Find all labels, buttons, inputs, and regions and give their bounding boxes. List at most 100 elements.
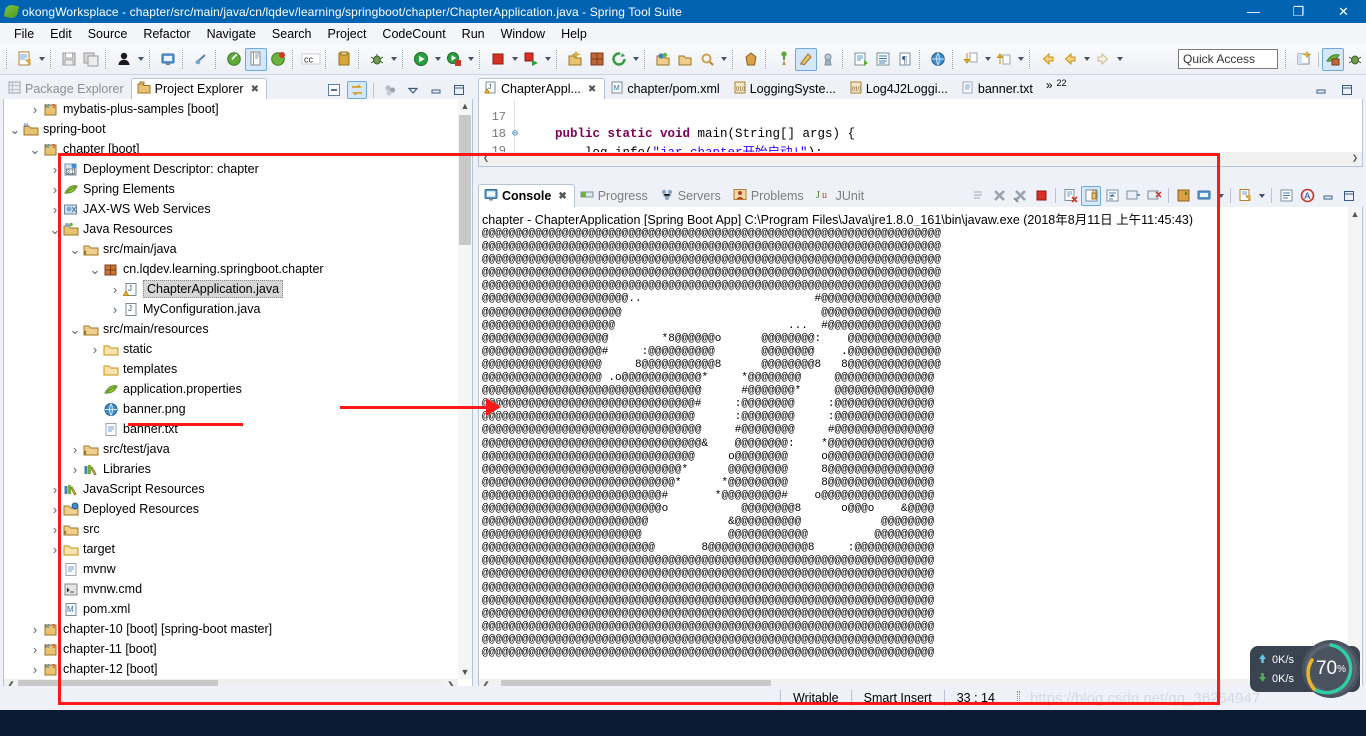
user-icon[interactable] bbox=[113, 48, 135, 71]
tree-row[interactable]: › M Schapter-10 [boot] [spring-boot master… bbox=[4, 619, 458, 639]
remove-launch-icon[interactable] bbox=[1010, 186, 1030, 206]
tree-row[interactable]: mvnw.cmd bbox=[4, 579, 458, 599]
maximize-icon[interactable] bbox=[1337, 81, 1357, 99]
menu-source[interactable]: Source bbox=[80, 25, 136, 43]
run-dropdown-icon[interactable] bbox=[432, 48, 443, 71]
chevron-right-icon[interactable]: › bbox=[28, 662, 42, 677]
scroll-left-icon[interactable]: ❮ bbox=[479, 153, 493, 165]
menu-refactor[interactable]: Refactor bbox=[135, 25, 198, 43]
windows-taskbar[interactable] bbox=[0, 710, 1366, 736]
tab-project-explorer[interactable]: Project Explorer ✖ bbox=[130, 78, 267, 99]
menu-edit[interactable]: Edit bbox=[42, 25, 80, 43]
show-console-on-error-icon[interactable] bbox=[1144, 186, 1164, 206]
toggle-mark-occurrences-icon[interactable] bbox=[795, 47, 817, 71]
outline-icon[interactable] bbox=[1276, 186, 1296, 206]
refresh-dropdown-icon[interactable] bbox=[630, 48, 641, 71]
filters-icon[interactable] bbox=[380, 81, 400, 99]
run-boot-icon[interactable] bbox=[443, 48, 465, 71]
cpu-usage-ring[interactable]: 70% bbox=[1302, 640, 1360, 698]
console-view-icon[interactable] bbox=[157, 48, 179, 71]
chevron-down-icon[interactable]: ⌄ bbox=[8, 123, 22, 136]
back-dropdown-icon[interactable] bbox=[1081, 48, 1092, 71]
quick-access-input[interactable]: Quick Access bbox=[1178, 49, 1278, 69]
explorer-vertical-scrollbar[interactable]: ▲ ▼ bbox=[458, 99, 472, 679]
open-console-icon[interactable] bbox=[1235, 186, 1255, 206]
open-console-dropdown-icon[interactable] bbox=[1256, 184, 1267, 207]
tree-row[interactable]: ⌄ cn.lqdev.learning.springboot.chapter bbox=[4, 259, 458, 279]
open-task-icon[interactable] bbox=[850, 48, 872, 71]
menu-project[interactable]: Project bbox=[320, 25, 375, 43]
tree-row[interactable]: › 3.1 Deployment Descriptor: chapter bbox=[4, 159, 458, 179]
chevron-right-icon[interactable]: › bbox=[48, 502, 62, 517]
tab-servers[interactable]: Servers bbox=[655, 184, 728, 207]
user-dropdown-icon[interactable] bbox=[135, 48, 146, 71]
editor-horizontal-scrollbar[interactable]: ❮ ❯ bbox=[479, 152, 1362, 166]
terminate-icon[interactable] bbox=[989, 186, 1009, 206]
spring-perspective-icon[interactable] bbox=[1322, 47, 1344, 71]
editor-tab-pom[interactable]: M chapter/pom.xml bbox=[605, 78, 727, 99]
stop-icon[interactable] bbox=[1031, 186, 1051, 206]
chevron-right-icon[interactable]: › bbox=[48, 522, 62, 537]
minimize-icon[interactable] bbox=[426, 81, 446, 99]
project-tree[interactable]: › M Smybatis-plus-samples [boot] ⌄ Mspring-b… bbox=[4, 99, 458, 679]
word-wrap-icon[interactable] bbox=[1102, 186, 1122, 206]
open-type-icon[interactable] bbox=[652, 48, 674, 71]
minimize-button[interactable]: — bbox=[1231, 0, 1276, 23]
save-icon[interactable] bbox=[58, 48, 80, 71]
new-java-project-icon[interactable] bbox=[564, 48, 586, 71]
chevron-right-icon[interactable]: › bbox=[48, 482, 62, 497]
tree-row[interactable]: › JavaScript Resources bbox=[4, 479, 458, 499]
restore-button[interactable]: ❐ bbox=[1276, 0, 1321, 23]
tree-row[interactable]: › JAX-WS Web Services bbox=[4, 199, 458, 219]
tab-console[interactable]: Console ✖ bbox=[478, 184, 575, 207]
link-with-editor-icon[interactable] bbox=[347, 81, 367, 99]
forward-icon[interactable] bbox=[1092, 48, 1114, 71]
scroll-up-icon[interactable]: ▲ bbox=[458, 99, 472, 113]
chevron-right-icon[interactable]: › bbox=[68, 442, 82, 457]
chevron-right-icon[interactable]: › bbox=[48, 202, 62, 217]
scroll-lock-icon[interactable] bbox=[1081, 185, 1101, 206]
menu-help[interactable]: Help bbox=[553, 25, 595, 43]
editor-tab-log4j2logging[interactable]: 010 Log4J2Loggi... bbox=[844, 78, 956, 99]
console-output-area[interactable]: chapter - ChapterApplication [Spring Boo… bbox=[478, 207, 1363, 694]
show-console-on-output-icon[interactable] bbox=[1123, 186, 1143, 206]
editor-tab-overflow[interactable]: » 22 bbox=[1041, 78, 1075, 99]
new-wizard-dropdown-icon[interactable] bbox=[36, 48, 47, 71]
minimize-icon[interactable] bbox=[1311, 81, 1331, 99]
paragraph-icon[interactable]: ¶ bbox=[894, 48, 916, 71]
close-icon[interactable]: ✖ bbox=[588, 84, 596, 95]
tree-row[interactable]: ⌄ Java Resources bbox=[4, 219, 458, 239]
outline-icon[interactable] bbox=[872, 48, 894, 71]
tree-row[interactable]: › Spring Elements bbox=[4, 179, 458, 199]
debug-dropdown-icon[interactable] bbox=[388, 48, 399, 71]
display-console-dropdown-icon[interactable] bbox=[1215, 184, 1226, 207]
chevron-right-icon[interactable]: › bbox=[108, 302, 122, 317]
tree-row[interactable]: › J MyConfiguration.java bbox=[4, 299, 458, 319]
spring-boot-dashboard-icon[interactable] bbox=[223, 48, 245, 71]
remove-all-terminated-icon[interactable] bbox=[968, 186, 988, 206]
chevron-down-icon[interactable]: ⌄ bbox=[48, 223, 62, 236]
bucket-icon[interactable] bbox=[740, 48, 762, 71]
tree-row[interactable]: › M Smybatis-plus-samples [boot] bbox=[4, 99, 458, 119]
tree-row[interactable]: › src/test/java bbox=[4, 439, 458, 459]
tree-row[interactable]: › static bbox=[4, 339, 458, 359]
relaunch-dropdown-icon[interactable] bbox=[542, 48, 553, 71]
back-history-icon[interactable] bbox=[1059, 48, 1081, 71]
search-icon[interactable] bbox=[696, 48, 718, 71]
tree-row[interactable]: banner.png bbox=[4, 399, 458, 419]
maximize-icon[interactable] bbox=[449, 81, 469, 99]
fold-toggle[interactable]: ⊖ bbox=[509, 128, 521, 140]
tab-junit[interactable]: Ju JUnit bbox=[811, 184, 871, 207]
codecount-icon[interactable]: cc bbox=[300, 48, 322, 71]
search-dropdown-icon[interactable] bbox=[718, 48, 729, 71]
tree-row[interactable]: › src bbox=[4, 519, 458, 539]
minimize-icon[interactable] bbox=[1318, 186, 1338, 206]
back-icon[interactable] bbox=[1037, 48, 1059, 71]
tree-row[interactable]: › Deployed Resources bbox=[4, 499, 458, 519]
debug-perspective-icon[interactable] bbox=[1344, 48, 1366, 71]
tab-progress[interactable]: Progress bbox=[575, 184, 655, 207]
prev-annotation-dropdown-icon[interactable] bbox=[1015, 48, 1026, 71]
chevron-right-icon[interactable]: › bbox=[68, 462, 82, 477]
spring-icon[interactable] bbox=[267, 48, 289, 71]
chevron-right-icon[interactable]: › bbox=[48, 542, 62, 557]
